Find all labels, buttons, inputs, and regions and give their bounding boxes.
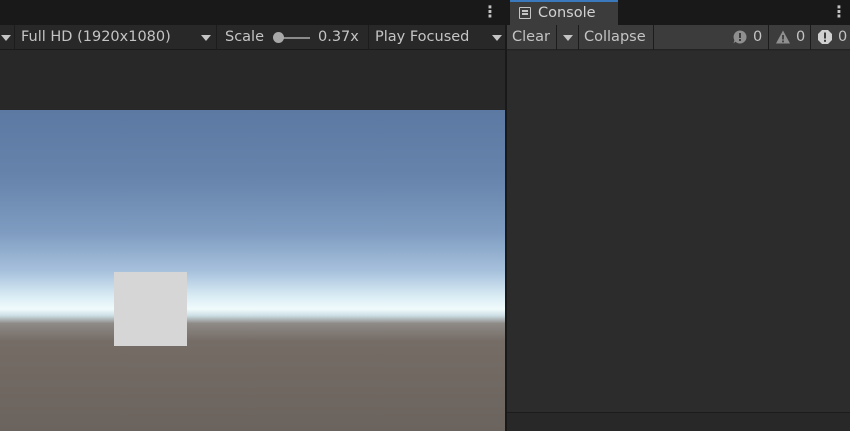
console-detail-area[interactable] — [507, 412, 850, 431]
scale-label: Scale — [225, 29, 265, 45]
resolution-label: Full HD (1920x1080) — [21, 29, 171, 45]
collapse-button[interactable]: Collapse — [584, 25, 646, 50]
log-count-toggle[interactable]: 0 — [726, 25, 767, 50]
toolbar-separator — [556, 25, 557, 50]
error-count: 0 — [838, 29, 848, 45]
game-view-letterbox — [0, 50, 505, 110]
game-view-toolbar: Full HD (1920x1080) Scale 0.37x Play Foc… — [0, 25, 505, 50]
tab-console[interactable]: Console — [510, 0, 618, 25]
game-viewport[interactable] — [0, 110, 505, 431]
toolbar-separator — [216, 25, 217, 50]
clear-button[interactable]: Clear — [512, 25, 550, 50]
warning-icon — [776, 30, 790, 44]
error-count-toggle[interactable]: 0 — [811, 25, 850, 50]
toolbar-separator — [653, 25, 654, 50]
log-count: 0 — [753, 29, 763, 45]
chevron-down-icon — [492, 35, 502, 41]
chevron-down-icon — [201, 35, 211, 41]
scale-value: 0.37x — [318, 29, 359, 45]
game-view-panel: ⋮ Full HD (1920x1080) Scale 0.37x Play F… — [0, 0, 505, 431]
console-tab-label: Console — [538, 5, 596, 21]
warning-count-toggle[interactable]: 0 — [769, 25, 809, 50]
game-view-more-icon[interactable]: ⋮ — [482, 4, 498, 20]
toolbar-separator — [368, 25, 369, 50]
cube-object — [114, 272, 187, 346]
scale-slider-thumb[interactable] — [273, 32, 284, 43]
display-dropdown-chevron-icon[interactable] — [1, 35, 11, 41]
console-icon — [519, 7, 531, 19]
console-panel: Console ⋮ Clear Collapse 0 0 0 — [507, 0, 850, 431]
error-icon — [818, 30, 832, 44]
clear-options-chevron-icon[interactable] — [563, 35, 573, 41]
warning-count: 0 — [796, 29, 806, 45]
toolbar-separator — [14, 25, 15, 50]
game-view-tabbar: ⋮ — [0, 0, 505, 25]
toolbar-separator — [578, 25, 579, 50]
console-tabbar: Console ⋮ — [507, 0, 850, 25]
console-more-icon[interactable]: ⋮ — [831, 4, 847, 20]
console-log-list[interactable] — [507, 51, 850, 412]
info-icon — [733, 30, 747, 44]
play-mode-label: Play Focused — [375, 29, 470, 45]
console-toolbar: Clear Collapse 0 0 0 — [507, 25, 850, 50]
